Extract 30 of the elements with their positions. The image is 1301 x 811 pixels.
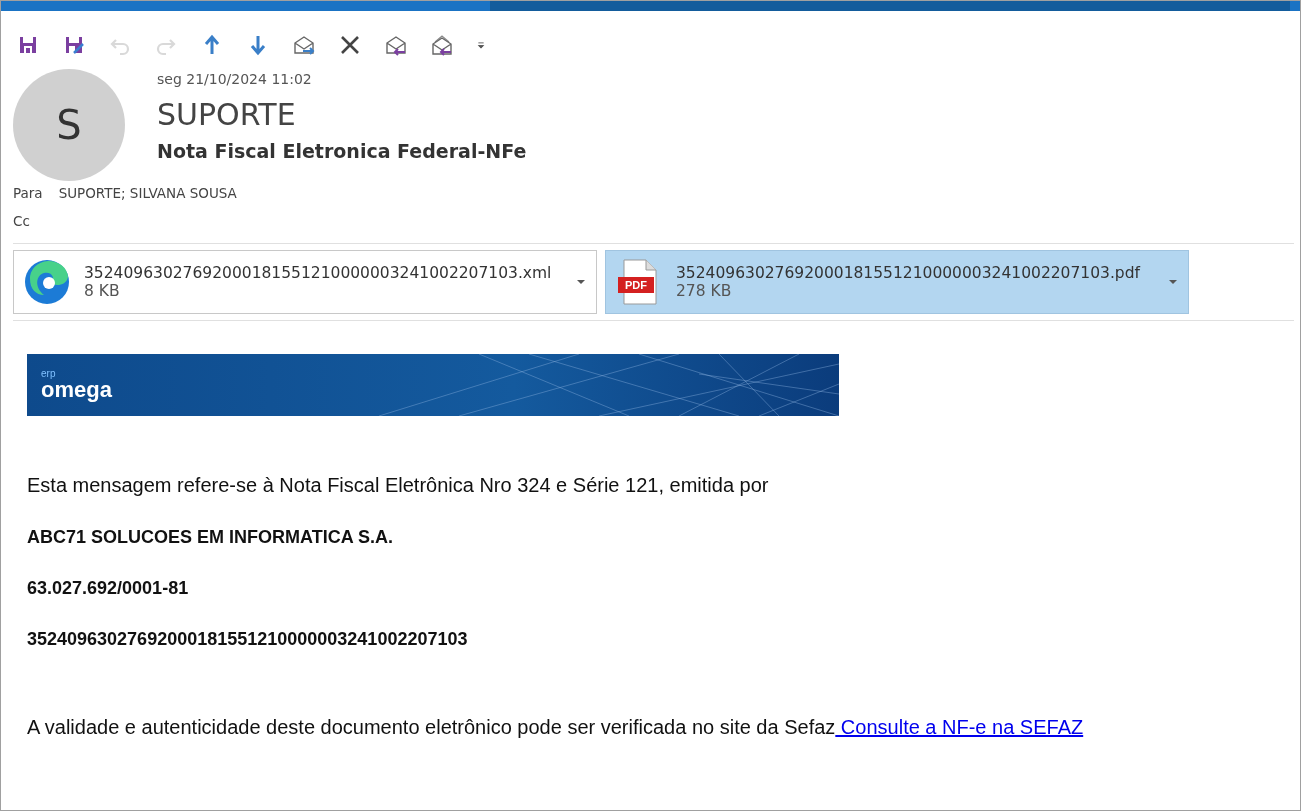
avatar: S: [13, 69, 125, 181]
validation-paragraph: A validade e autenticidade deste documento eletrônico pode ser verificada no site da Sefaz Consulte a NF-e na SEFAZ: [27, 716, 1085, 739]
attachment-name: 35240963027692000181551210000003241002207103.pdf: [676, 264, 1142, 282]
message-subject: Nota Fiscal Eletronica Federal-NFe: [157, 140, 527, 162]
envelope-arrow-icon: [293, 34, 315, 56]
company-name: ABC71 SOLUCOES EM INFORMATICA S.A.: [27, 527, 395, 548]
caret-icon[interactable]: [1168, 279, 1178, 285]
logo-text: omega: [41, 379, 113, 401]
sender-name: SUPORTE: [157, 97, 297, 132]
cc-label: Cc: [13, 213, 30, 229]
access-key: 35240963027692000181551210000003241002207103: [27, 629, 1274, 650]
attachment-size: 8 KB: [84, 282, 121, 300]
to-label: Para: [13, 185, 43, 201]
cnpj-number: 63.027.692/0001-81: [27, 578, 190, 599]
intro-paragraph: Esta mensagem refere-se à Nota Fiscal Eletrônica Nro 324 e Série 121, emitida por: [27, 474, 770, 497]
envelope-arrow-icon: [385, 34, 407, 56]
browser-logo-icon: [22, 257, 72, 307]
attachment[interactable]: 35240963027692000181551210000003241002207103.xml 8 KB: [13, 250, 597, 314]
sefaz-link[interactable]: Consulte a NF-e na SEFAZ: [835, 716, 1084, 738]
logo-caption: erp: [41, 369, 57, 379]
message-date: seg 21/10/2024 11:02: [157, 71, 313, 87]
close-icon: [339, 34, 361, 56]
attachment-size: 278 KB: [676, 282, 733, 300]
envelopes-arrow-icon: [431, 34, 453, 56]
recipients: SUPORTE; SILVANA SOUSA: [58, 185, 237, 201]
attachment-name: 35240963027692000181551210000003241002207103.xml: [84, 264, 553, 282]
dropdown-caret-icon: [477, 41, 485, 49]
floppy-pencil-icon: [63, 34, 85, 56]
attachment[interactable]: PDF 35240963027692000181551210000003241002207103.pdf 278 KB: [605, 250, 1189, 314]
caret-icon[interactable]: [576, 279, 586, 285]
